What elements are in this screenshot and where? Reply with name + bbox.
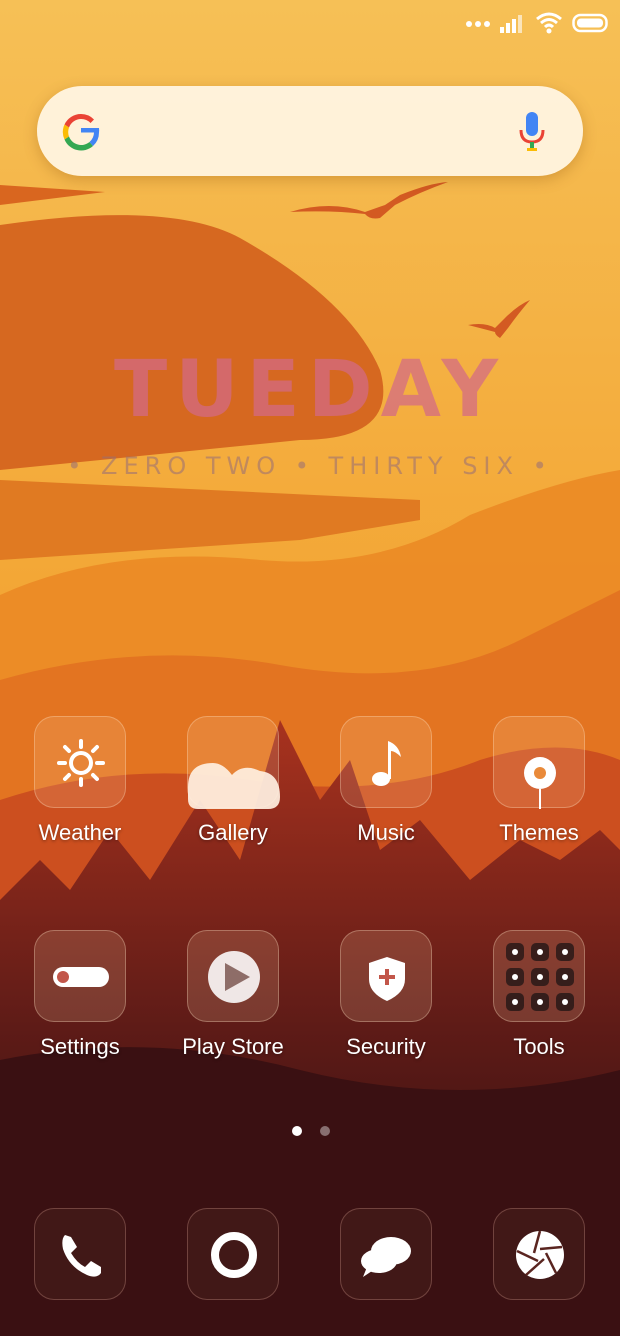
app-security[interactable]: Security (321, 930, 451, 1060)
clock-widget-day: TUEDAY (114, 345, 506, 435)
status-bar (466, 12, 608, 34)
dock-browser[interactable] (187, 1208, 279, 1300)
clock-widget-time: • ZERO TWO • THIRTY SIX • (67, 452, 553, 480)
app-label-music: Music (357, 820, 415, 845)
app-label-security: Security (346, 1034, 426, 1059)
circle-icon (211, 1232, 257, 1278)
page-dot-active[interactable] (292, 1126, 302, 1136)
page-dot[interactable] (320, 1126, 330, 1136)
tools-grid-icon (506, 943, 574, 1011)
dock-camera[interactable] (493, 1208, 585, 1300)
cloud-icon (188, 763, 280, 809)
app-label-themes: Themes (499, 820, 579, 845)
dock-messages[interactable] (340, 1208, 432, 1300)
app-label-weather: Weather (38, 820, 122, 845)
app-gallery[interactable]: Gallery (168, 716, 298, 846)
app-settings[interactable]: Settings (15, 930, 145, 1060)
google-search-bar[interactable] (37, 86, 583, 176)
shield-icon (369, 957, 405, 1001)
wifi-icon (536, 12, 562, 34)
app-label-gallery: Gallery (198, 820, 268, 845)
app-label-tools: Tools (513, 1034, 565, 1059)
dock-phone[interactable] (34, 1208, 126, 1300)
mic-icon[interactable] (517, 110, 547, 154)
music-note-icon (372, 741, 401, 786)
sun-icon (57, 739, 105, 787)
app-music[interactable]: Music (321, 716, 451, 846)
app-play-store[interactable]: Play Store (168, 930, 298, 1060)
app-weather[interactable]: Weather (15, 716, 145, 846)
toggle-icon (53, 967, 109, 987)
app-label-settings: Settings (40, 1034, 120, 1059)
page-indicator (292, 1126, 330, 1136)
app-themes[interactable]: Themes (474, 716, 604, 846)
battery-icon (572, 13, 608, 33)
dots-icon (466, 21, 490, 27)
flower-icon (524, 757, 556, 809)
google-logo (62, 113, 100, 151)
camera-aperture-icon (516, 1230, 564, 1279)
cellular-signal-icon (500, 15, 522, 33)
play-icon (208, 951, 260, 1003)
phone-icon (62, 1235, 101, 1277)
app-tools[interactable]: Tools (474, 930, 604, 1060)
app-label-play-store: Play Store (182, 1034, 284, 1059)
chat-bubble-icon (361, 1237, 411, 1277)
